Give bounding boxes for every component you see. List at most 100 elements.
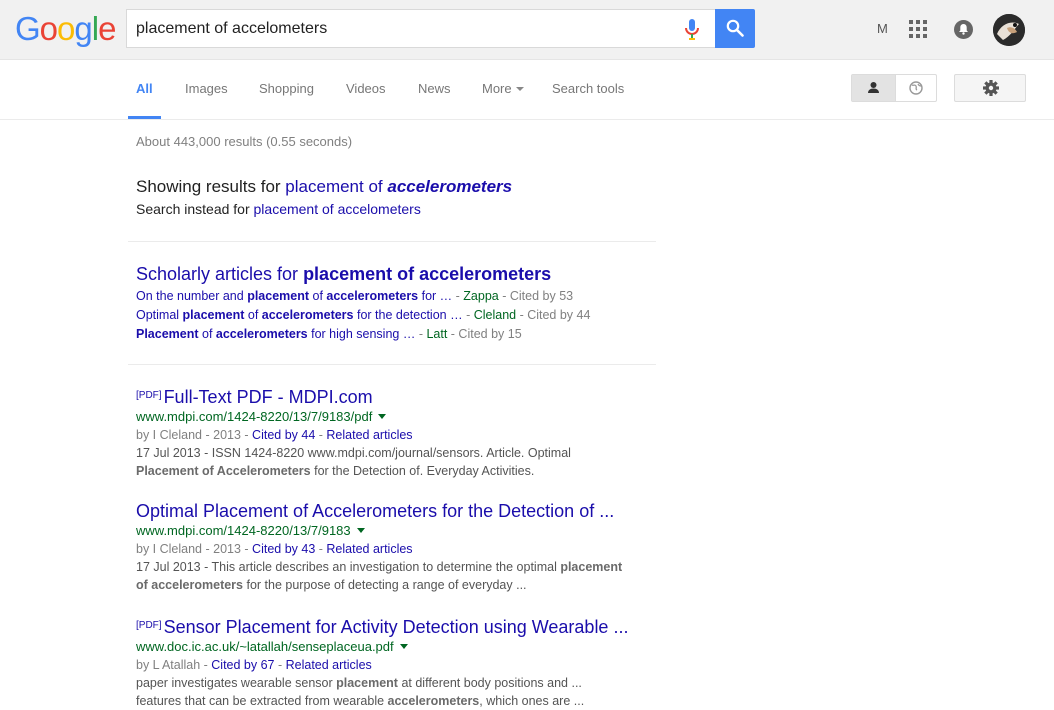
- globe-icon: [909, 81, 923, 95]
- separator: -: [315, 542, 327, 556]
- search-input[interactable]: [136, 10, 676, 47]
- related-articles-link[interactable]: Related articles: [326, 428, 412, 442]
- related-articles-link[interactable]: Related articles: [286, 658, 372, 672]
- result-author-year: by L Atallah -: [136, 658, 212, 672]
- separator: -: [274, 658, 286, 672]
- snippet-text: of accelerometers: [136, 578, 244, 592]
- result-snippet: 17 Jul 2013 - This article describes an …: [136, 558, 656, 576]
- global-results-button[interactable]: [895, 75, 937, 101]
- cited-count: Cited by 15: [458, 327, 522, 341]
- search-tools-button[interactable]: Search tools: [552, 81, 624, 96]
- result-stats: About 443,000 results (0.55 seconds): [136, 134, 353, 149]
- result-author-year: by I Cleland - 2013 -: [136, 542, 253, 556]
- result-meta: by L Atallah - Cited by 67 - Related art…: [136, 656, 656, 674]
- cited-count: Cited by 44: [527, 308, 591, 322]
- snippet-text: accelerometers: [387, 694, 480, 708]
- result-title-link[interactable]: Full-Text PDF - MDPI.com: [164, 387, 373, 407]
- account-letter[interactable]: M: [877, 21, 888, 36]
- snippet-text: features that can be extracted from wear…: [136, 694, 388, 708]
- logo-letter: G: [15, 10, 41, 47]
- notifications-bell-icon[interactable]: [954, 20, 973, 39]
- separator: -: [516, 308, 528, 322]
- scholarly-item: Optimal placement of accelerometers for …: [136, 308, 590, 322]
- scholarly-text: of: [309, 289, 327, 303]
- corrected-query-link[interactable]: placement of accelerometers: [285, 177, 512, 196]
- scholarly-article-link[interactable]: Placement of accelerometers for high sen…: [136, 327, 415, 341]
- result-url-text: www.doc.ic.ac.uk/~latallah/senseplaceua.…: [136, 639, 394, 654]
- scholarly-author-link[interactable]: Zappa: [463, 289, 498, 303]
- snippet-text: placement: [336, 676, 398, 690]
- scholarly-article-link[interactable]: Optimal placement of accelerometers for …: [136, 308, 463, 322]
- google-logo[interactable]: Google: [15, 10, 116, 47]
- cited-by-link[interactable]: Cited by 43: [252, 542, 315, 556]
- result-title: [PDF] Sensor Placement for Activity Detec…: [136, 615, 656, 638]
- scholarly-author-link[interactable]: Latt: [426, 327, 447, 341]
- result-title: [PDF] Full-Text PDF - MDPI.com: [136, 385, 656, 408]
- result-url: www.mdpi.com/1424-8220/13/7/9183: [136, 522, 656, 540]
- scholarly-title-query: placement of accelerometers: [303, 264, 552, 284]
- scholarly-text: accelerometers: [326, 289, 419, 303]
- url-dropdown-arrow-icon[interactable]: [399, 644, 408, 649]
- tab-images[interactable]: Images: [185, 81, 228, 96]
- snippet-text: at different body positions and ...: [397, 676, 582, 690]
- apps-grid-icon[interactable]: [909, 20, 927, 38]
- scholarly-item: Placement of accelerometers for high sen…: [136, 327, 522, 341]
- cited-by-link[interactable]: Cited by 44: [252, 428, 315, 442]
- result-title-link[interactable]: Optimal Placement of Accelerometers for …: [136, 501, 614, 521]
- search-result: [PDF] Full-Text PDF - MDPI.com www.mdpi.co…: [136, 385, 656, 480]
- result-title-link[interactable]: Sensor Placement for Activity Detection …: [164, 617, 629, 637]
- result-url-text: www.mdpi.com/1424-8220/13/7/9183: [136, 523, 351, 538]
- personal-results-button[interactable]: [852, 75, 896, 101]
- header-bar: Google M: [0, 0, 1054, 60]
- instead-prefix: Search instead for: [136, 201, 254, 217]
- showing-results-for: Showing results for placement of acceler…: [136, 177, 512, 197]
- original-query-link[interactable]: placement of accelometers: [254, 201, 421, 217]
- settings-button[interactable]: [954, 74, 1026, 102]
- search-box[interactable]: [126, 9, 715, 48]
- snippet-text: for the Detection of. Everyday Activitie…: [310, 464, 535, 478]
- logo-letter: e: [98, 10, 116, 47]
- scholarly-text: of: [244, 308, 262, 322]
- result-snippet: of accelerometers for the purpose of det…: [136, 576, 656, 594]
- cited-count: Cited by 53: [509, 289, 574, 303]
- scholarly-articles-title[interactable]: Scholarly articles for placement of acce…: [136, 264, 551, 285]
- tab-all[interactable]: All: [136, 81, 153, 96]
- user-avatar[interactable]: [993, 14, 1025, 46]
- result-meta: by I Cleland - 2013 - Cited by 44 - Rela…: [136, 426, 656, 444]
- scholarly-author-link[interactable]: Cleland: [474, 308, 516, 322]
- scholarly-text: placement: [182, 308, 245, 322]
- tab-shopping[interactable]: Shopping: [259, 81, 314, 96]
- cited-by-link[interactable]: Cited by 67: [211, 658, 274, 672]
- search-result: Optimal Placement of Accelerometers for …: [136, 500, 656, 594]
- corrected-query-plain: placement of: [285, 177, 388, 196]
- pdf-badge: [PDF]: [136, 390, 162, 401]
- tab-more[interactable]: More: [482, 81, 524, 96]
- tab-videos[interactable]: Videos: [346, 81, 386, 96]
- person-icon: [868, 82, 879, 93]
- url-dropdown-arrow-icon[interactable]: [356, 528, 365, 533]
- result-meta: by I Cleland - 2013 - Cited by 43 - Rela…: [136, 540, 656, 558]
- result-url-text: www.mdpi.com/1424-8220/13/7/9183/pdf: [136, 409, 373, 424]
- scholarly-text: accelerometers: [261, 308, 354, 322]
- related-articles-link[interactable]: Related articles: [326, 542, 412, 556]
- separator: -: [415, 327, 427, 341]
- tab-news[interactable]: News: [418, 81, 451, 96]
- logo-letter: o: [57, 10, 75, 47]
- active-tab-indicator: [128, 116, 161, 119]
- scholarly-text: for high sensing …: [307, 327, 416, 341]
- url-dropdown-arrow-icon[interactable]: [378, 414, 387, 419]
- microphone-icon[interactable]: [685, 19, 705, 40]
- scholarly-text: accelerometers: [215, 327, 308, 341]
- snippet-text: This article describes an investigation …: [211, 560, 561, 574]
- snippet-text: , which ones are ...: [479, 694, 585, 708]
- snippet-text: paper investigates wearable sensor: [136, 676, 337, 690]
- result-snippet: features that can be extracted from wear…: [136, 692, 656, 710]
- scholarly-item: On the number and placement of accelerom…: [136, 289, 573, 303]
- search-icon: [726, 19, 744, 37]
- scholarly-article-link[interactable]: On the number and placement of accelerom…: [136, 289, 452, 303]
- result-snippet: paper investigates wearable sensor place…: [136, 674, 656, 692]
- search-button[interactable]: [715, 9, 755, 48]
- result-author-year: by I Cleland - 2013 -: [136, 428, 253, 442]
- snippet-text: 17 Jul 2013 -: [136, 560, 212, 574]
- separator: -: [315, 428, 327, 442]
